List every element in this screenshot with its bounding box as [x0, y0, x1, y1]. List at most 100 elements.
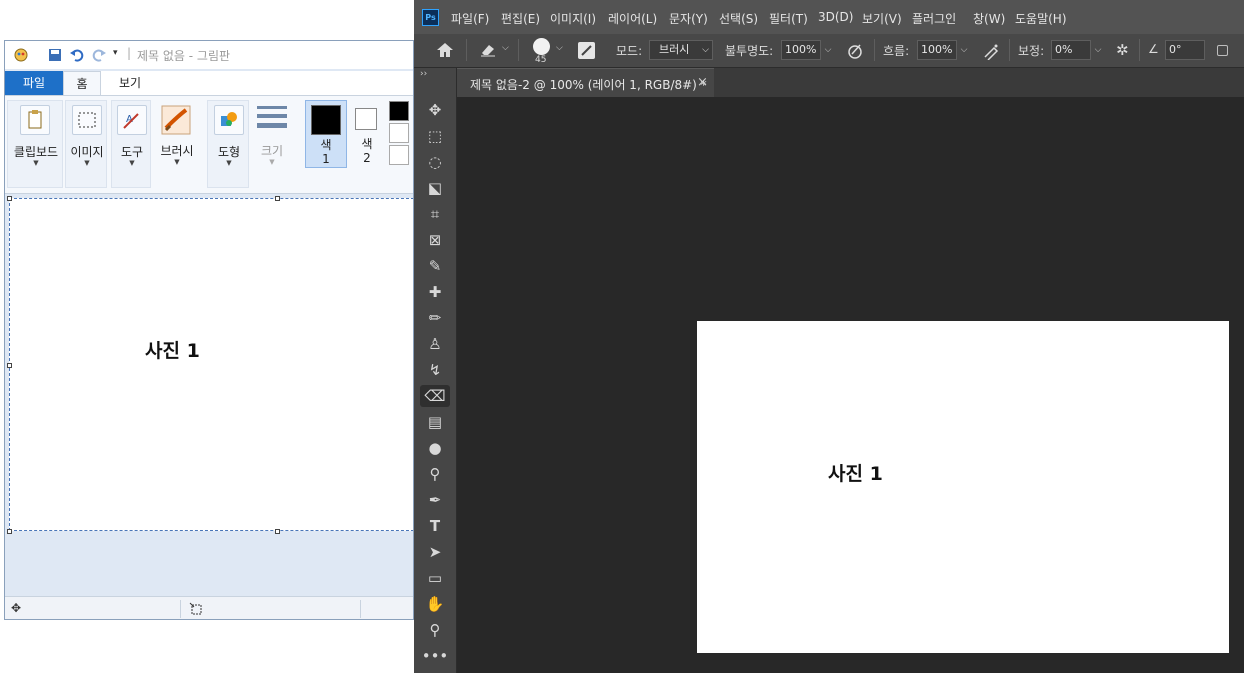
gear-icon[interactable]: ✲: [1116, 41, 1129, 59]
flow-input[interactable]: 100%: [917, 40, 957, 60]
tools-panel: ›› ✥ ⬚ ◌ ⬕ ⌗ ⊠ ✎ ✚ ✏ ♙ ↯ ⌫ ▤ ● ⚲ ✒ T ➤ ▭…: [414, 68, 457, 673]
crop-tool-icon[interactable]: ⌗: [420, 203, 450, 225]
menu-edit[interactable]: 편집(E): [501, 10, 540, 27]
color2-button[interactable]: 색 2: [349, 100, 385, 168]
palette-swatch-empty[interactable]: [389, 145, 409, 165]
resize-handle[interactable]: [7, 529, 12, 534]
photoshop-logo-icon[interactable]: Ps: [422, 9, 439, 26]
photoshop-canvas[interactable]: 사진 1: [697, 321, 1229, 653]
mode-select[interactable]: 브러시 ⌵: [649, 40, 713, 60]
brush-tool-icon[interactable]: ✏: [420, 307, 450, 329]
more-tools-icon[interactable]: •••: [420, 645, 450, 667]
path-selection-tool-icon[interactable]: ➤: [420, 541, 450, 563]
menu-view[interactable]: 보기(V): [862, 10, 902, 27]
home-icon[interactable]: [436, 42, 454, 58]
blur-tool-icon[interactable]: ●: [420, 437, 450, 459]
tools-group[interactable]: A 도구 ▼: [111, 100, 151, 188]
healing-brush-tool-icon[interactable]: ✚: [420, 281, 450, 303]
size-button[interactable]: 크기 ▼: [253, 100, 291, 188]
chevron-down-icon[interactable]: ⌵: [1091, 40, 1105, 60]
menu-3d[interactable]: 3D(D): [818, 10, 853, 24]
document-tab[interactable]: 제목 없음-2 @ 100% (레이어 1, RGB/8#) * ×: [457, 68, 714, 97]
resize-handle[interactable]: [7, 363, 12, 368]
menu-window[interactable]: 창(W): [973, 10, 1005, 27]
clone-stamp-tool-icon[interactable]: ♙: [420, 333, 450, 355]
chevron-down-icon: ▼: [33, 159, 39, 167]
close-icon[interactable]: ×: [697, 75, 708, 90]
brush-preset-icon[interactable]: [533, 38, 550, 55]
color2-label: 색 2: [361, 137, 373, 165]
menu-type[interactable]: 문자(Y): [669, 10, 708, 27]
pen-tool-icon[interactable]: ✒: [420, 489, 450, 511]
resize-handle[interactable]: [7, 196, 12, 201]
undo-icon[interactable]: [69, 47, 85, 63]
eraser-tool-icon[interactable]: [480, 43, 496, 57]
brushes-group[interactable]: 브러시 ▼: [155, 100, 199, 188]
tab-home[interactable]: 홈: [63, 71, 101, 95]
smoothing-input[interactable]: 0%: [1051, 40, 1091, 60]
chevron-down-icon[interactable]: ⌵: [957, 40, 971, 60]
palette-swatch-black[interactable]: [389, 101, 409, 121]
menu-file[interactable]: 파일(F): [451, 10, 489, 27]
redo-icon[interactable]: [91, 47, 107, 63]
brush-size-value: 45: [535, 55, 547, 65]
options-divider: [466, 39, 467, 61]
menu-help[interactable]: 도움말(H): [1015, 10, 1067, 27]
status-bar: ✥: [5, 596, 413, 619]
rectangle-tool-icon[interactable]: ▭: [420, 567, 450, 589]
tab-view[interactable]: 보기: [111, 71, 149, 95]
menu-filter[interactable]: 필터(T): [769, 10, 808, 27]
chevron-down-icon: ▼: [226, 159, 232, 167]
eraser-tool-icon[interactable]: ⌫: [420, 385, 450, 407]
eyedropper-tool-icon[interactable]: ✎: [420, 255, 450, 277]
mode-label: 모드:: [616, 44, 643, 58]
chevron-down-icon[interactable]: ⌵: [556, 43, 563, 53]
pressure-size-checkbox[interactable]: [1217, 45, 1228, 56]
options-divider: [1009, 39, 1010, 61]
hand-tool-icon[interactable]: ✋: [420, 593, 450, 615]
smoothing-label: 보정:: [1018, 44, 1045, 58]
menu-layer[interactable]: 레이어(L): [608, 10, 657, 27]
pressure-opacity-icon[interactable]: [846, 42, 864, 60]
type-tool-icon[interactable]: T: [420, 515, 450, 537]
object-selection-tool-icon[interactable]: ⬕: [420, 177, 450, 199]
shapes-group[interactable]: 도형 ▼: [207, 100, 249, 188]
paint-app-icon[interactable]: [13, 47, 29, 63]
document-tab-label: 제목 없음-2 @ 100% (레이어 1, RGB/8#) *: [470, 78, 707, 92]
dodge-tool-icon[interactable]: ⚲: [420, 463, 450, 485]
image-group[interactable]: 이미지 ▼: [65, 100, 107, 188]
save-icon[interactable]: [47, 47, 63, 63]
menu-image[interactable]: 이미지(I): [550, 10, 596, 27]
history-brush-tool-icon[interactable]: ↯: [420, 359, 450, 381]
brush-settings-icon[interactable]: [578, 42, 595, 59]
paint-canvas[interactable]: 사진 1: [9, 198, 413, 531]
gradient-tool-icon[interactable]: ▤: [420, 411, 450, 433]
collapse-panel-icon[interactable]: ››: [420, 69, 427, 79]
size-label: 크기: [260, 144, 284, 158]
chevron-down-icon[interactable]: ⌵: [502, 43, 509, 53]
marquee-tool-icon[interactable]: ⬚: [420, 125, 450, 147]
opacity-label: 불투명도:: [725, 44, 774, 58]
frame-tool-icon[interactable]: ⊠: [420, 229, 450, 251]
ribbon-tabs: 파일 홈 보기: [5, 71, 413, 96]
customize-quick-access-icon[interactable]: ▾: [113, 48, 118, 58]
palette-swatch-white[interactable]: [389, 123, 409, 143]
chevron-down-icon[interactable]: ⌵: [821, 40, 835, 60]
opacity-input[interactable]: 100%: [781, 40, 821, 60]
menu-plugins[interactable]: 플러그인: [912, 10, 956, 27]
menu-select[interactable]: 선택(S): [719, 10, 758, 27]
airbrush-icon[interactable]: [982, 42, 1000, 60]
color1-button[interactable]: 색 1: [305, 100, 347, 168]
tab-file[interactable]: 파일: [5, 71, 63, 95]
move-tool-icon[interactable]: ✥: [420, 99, 450, 121]
angle-icon: ∠: [1148, 42, 1159, 56]
lasso-tool-icon[interactable]: ◌: [420, 151, 450, 173]
shapes-label: 도형: [217, 145, 241, 159]
color2-swatch: [355, 108, 377, 130]
angle-input[interactable]: 0°: [1165, 40, 1205, 60]
clipboard-group[interactable]: 클립보드 ▼: [7, 100, 63, 188]
chevron-down-icon: ▼: [84, 159, 90, 167]
zoom-tool-icon[interactable]: ⚲: [420, 619, 450, 641]
resize-handle[interactable]: [275, 529, 280, 534]
resize-handle[interactable]: [275, 196, 280, 201]
